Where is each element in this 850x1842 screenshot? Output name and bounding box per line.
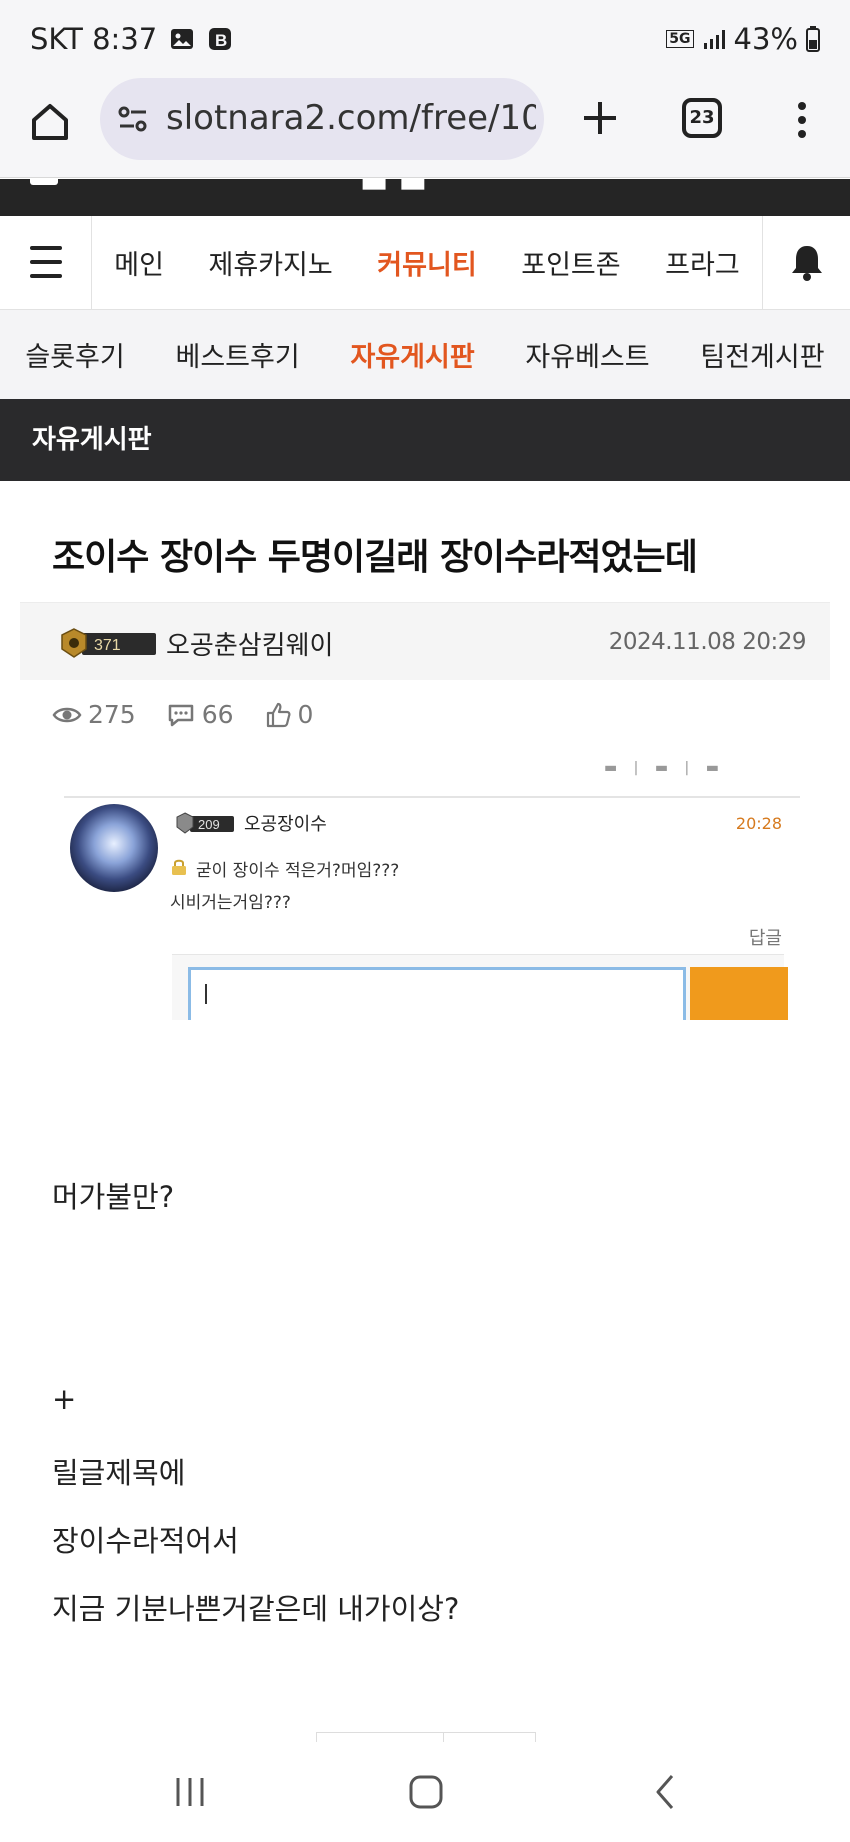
eye-icon bbox=[52, 707, 82, 722]
subnav-item-free-board[interactable]: 자유게시판 bbox=[350, 335, 474, 374]
home-nav-icon[interactable] bbox=[404, 1770, 448, 1814]
comment-icon bbox=[168, 704, 193, 726]
site-header: ▬ ▬ bbox=[0, 179, 850, 216]
avatar bbox=[70, 804, 158, 892]
post-body-line: 릴글제목에 bbox=[52, 1456, 186, 1490]
site-logo[interactable]: ▬ ▬ bbox=[360, 179, 427, 200]
comment-level-badge: 209 bbox=[176, 812, 234, 834]
post-body-line: 지금 기분나쁜거같은데 내가이상? bbox=[52, 1592, 460, 1626]
post-stats: 275 66 0 bbox=[52, 700, 313, 729]
browser-toolbar: slotnara2.com/free/10 23 bbox=[0, 78, 850, 178]
address-bar[interactable]: slotnara2.com/free/10 bbox=[100, 78, 544, 160]
subnav-item-best-review[interactable]: 베스트후기 bbox=[176, 335, 300, 374]
b-app-icon: B bbox=[209, 28, 232, 50]
bell-icon[interactable] bbox=[787, 242, 827, 282]
gallery-icon bbox=[171, 29, 194, 49]
reply-submit-button bbox=[690, 967, 788, 1020]
svg-text:209: 209 bbox=[198, 817, 220, 832]
author-row: 371 오공춘삼킴웨이 2024.11.08 20:29 bbox=[20, 602, 830, 680]
reply-input bbox=[188, 967, 686, 1020]
post-body-line: 머가불만? bbox=[52, 1180, 175, 1214]
svg-text:371: 371 bbox=[94, 637, 121, 654]
subnav-item-slot-review[interactable]: 슬롯후기 bbox=[25, 335, 124, 374]
nav-item-main[interactable]: 메인 bbox=[114, 243, 164, 282]
nav-item-community[interactable]: 커뮤니티 bbox=[377, 243, 476, 282]
reply-form bbox=[172, 954, 788, 1020]
nav-item-point-zone[interactable]: 포인트존 bbox=[521, 243, 620, 282]
signal-icon bbox=[703, 30, 725, 49]
home-icon[interactable] bbox=[28, 100, 72, 144]
subnav-item-free-best[interactable]: 자유베스트 bbox=[525, 335, 649, 374]
header-menu-icon[interactable] bbox=[30, 179, 58, 185]
tab-switcher-button[interactable]: 23 bbox=[682, 98, 722, 138]
comment-time: 20:28 bbox=[735, 814, 782, 833]
url-text[interactable]: slotnara2.com/free/10 bbox=[166, 98, 536, 138]
comment-author-name: 오공장이수 bbox=[244, 814, 327, 835]
carrier-time: SKT 8:37 bbox=[30, 22, 158, 56]
nav-item-partner-casino[interactable]: 제휴카지노 bbox=[209, 243, 333, 282]
reply-link: 답글 bbox=[748, 928, 782, 949]
system-nav-bar bbox=[0, 1742, 850, 1842]
new-tab-icon[interactable] bbox=[578, 96, 622, 140]
comment-count: 66 bbox=[166, 700, 234, 729]
main-nav: 메인 제휴카지노 커뮤니티 포인트존 프라그 bbox=[0, 216, 850, 310]
level-badge: 371 bbox=[61, 628, 156, 658]
nav-item-prag[interactable]: 프라그 bbox=[665, 243, 740, 282]
site-settings-icon[interactable] bbox=[116, 102, 150, 136]
author-name[interactable]: 오공춘삼킴웨이 bbox=[166, 625, 333, 662]
sub-nav: 슬롯후기 베스트후기 자유게시판 자유베스트 팀전게시판 bbox=[0, 310, 850, 399]
embedded-comment-image: ▬ | ▬ | ▬ 209 오공장이수 20:28 굳이 장이수 적은거?머임?… bbox=[64, 760, 800, 1020]
post-date: 2024.11.08 20:29 bbox=[608, 629, 807, 655]
status-bar: SKT 8:37 B 5G 43% bbox=[0, 0, 850, 78]
back-icon[interactable] bbox=[644, 1770, 688, 1814]
lock-icon bbox=[172, 859, 186, 875]
battery-icon bbox=[806, 26, 820, 52]
subnav-item-team-board[interactable]: 팀전게시판 bbox=[700, 335, 824, 374]
battery-percent: 43% bbox=[733, 22, 798, 56]
board-title: 자유게시판 bbox=[0, 399, 850, 481]
thumbs-up-icon[interactable] bbox=[264, 701, 292, 729]
comment-text-line: 시비거는거임??? bbox=[170, 893, 291, 913]
bottom-button-group bbox=[316, 1732, 536, 1743]
hamburger-menu-icon[interactable] bbox=[0, 216, 92, 309]
more-menu-icon[interactable] bbox=[790, 98, 814, 142]
network-5g-icon: 5G bbox=[666, 30, 694, 48]
post-title: 조이수 장이수 두명이길래 장이수라적었는데 bbox=[52, 537, 698, 578]
svg-text:B: B bbox=[215, 31, 227, 50]
post-body-line: 장이수라적어서 bbox=[52, 1524, 239, 1558]
view-count: 275 bbox=[52, 700, 136, 729]
like-count[interactable]: 0 bbox=[264, 700, 313, 729]
comment-text-line: 굳이 장이수 적은거?머임??? bbox=[196, 861, 400, 881]
notification-button[interactable] bbox=[762, 216, 850, 309]
recent-apps-icon[interactable] bbox=[168, 1770, 212, 1814]
post-body-line: + bbox=[52, 1382, 77, 1416]
